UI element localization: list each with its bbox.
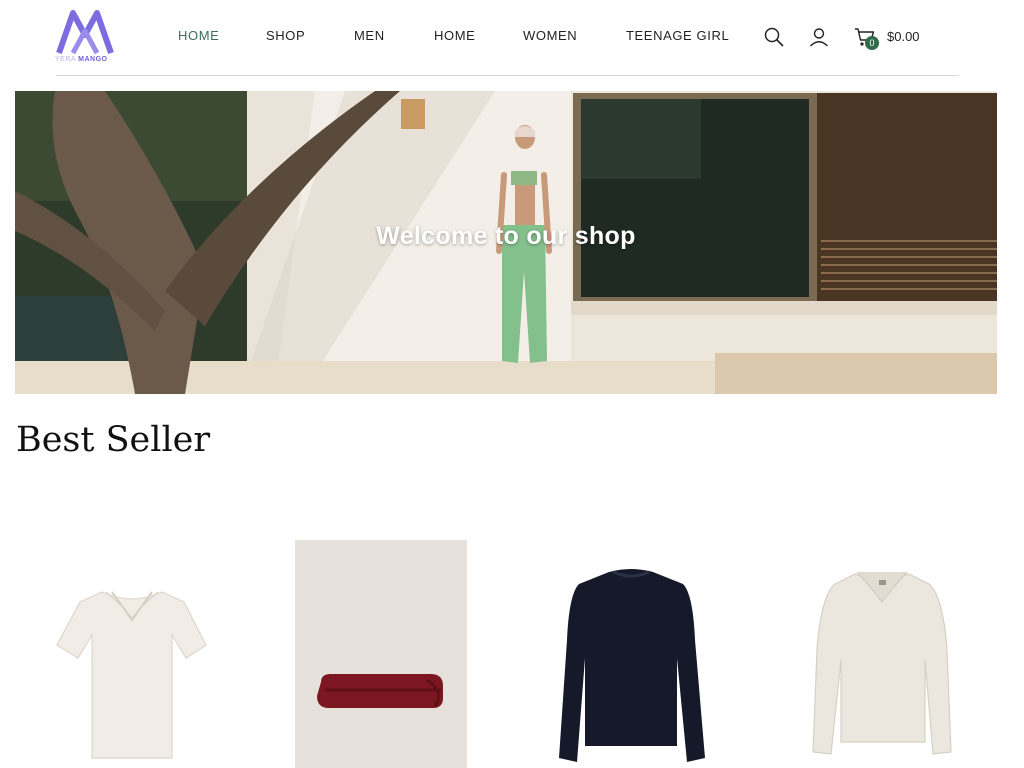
nav-item-men[interactable]: MEN (354, 28, 385, 43)
product-card-white-polo[interactable] (40, 540, 220, 768)
logo-brand-name: MANGO (78, 56, 108, 63)
nav-item-home-2[interactable]: HOME (434, 28, 475, 43)
product-image-navy-sweater (559, 569, 705, 762)
site-header: YERA MANGO HOME SHOP MEN HOME WOMEN TEEN… (0, 0, 1024, 76)
nav-item-women[interactable]: WOMEN (523, 28, 577, 43)
logo-prefix: YERA (55, 56, 76, 63)
logo-mark-icon (56, 10, 114, 55)
product-image-burgundy-blanket (295, 540, 467, 768)
product-card-cream-sweater[interactable] (805, 540, 960, 768)
product-card-navy-sweater[interactable] (555, 540, 707, 768)
search-icon[interactable] (764, 27, 784, 52)
site-logo[interactable]: YERA MANGO (55, 9, 115, 67)
cart-count-badge: 0 (865, 36, 879, 50)
logo-wordmark: YERA MANGO (55, 56, 115, 63)
product-card-burgundy-blanket[interactable] (295, 540, 467, 768)
product-image-cream-sweater (812, 571, 952, 755)
product-image-white-polo (56, 591, 207, 759)
header-divider (56, 75, 959, 76)
nav-item-teenage-girl[interactable]: TEENAGE GIRL (626, 28, 729, 43)
nav-item-shop[interactable]: SHOP (266, 28, 305, 43)
hero-banner: Welcome to our shop (15, 91, 997, 394)
best-seller-title: Best Seller (16, 420, 211, 460)
hero-title: Welcome to our shop (376, 222, 636, 250)
cart-total[interactable]: $0.00 (887, 29, 920, 44)
user-icon[interactable] (809, 27, 829, 52)
nav-item-home[interactable]: HOME (178, 28, 219, 43)
